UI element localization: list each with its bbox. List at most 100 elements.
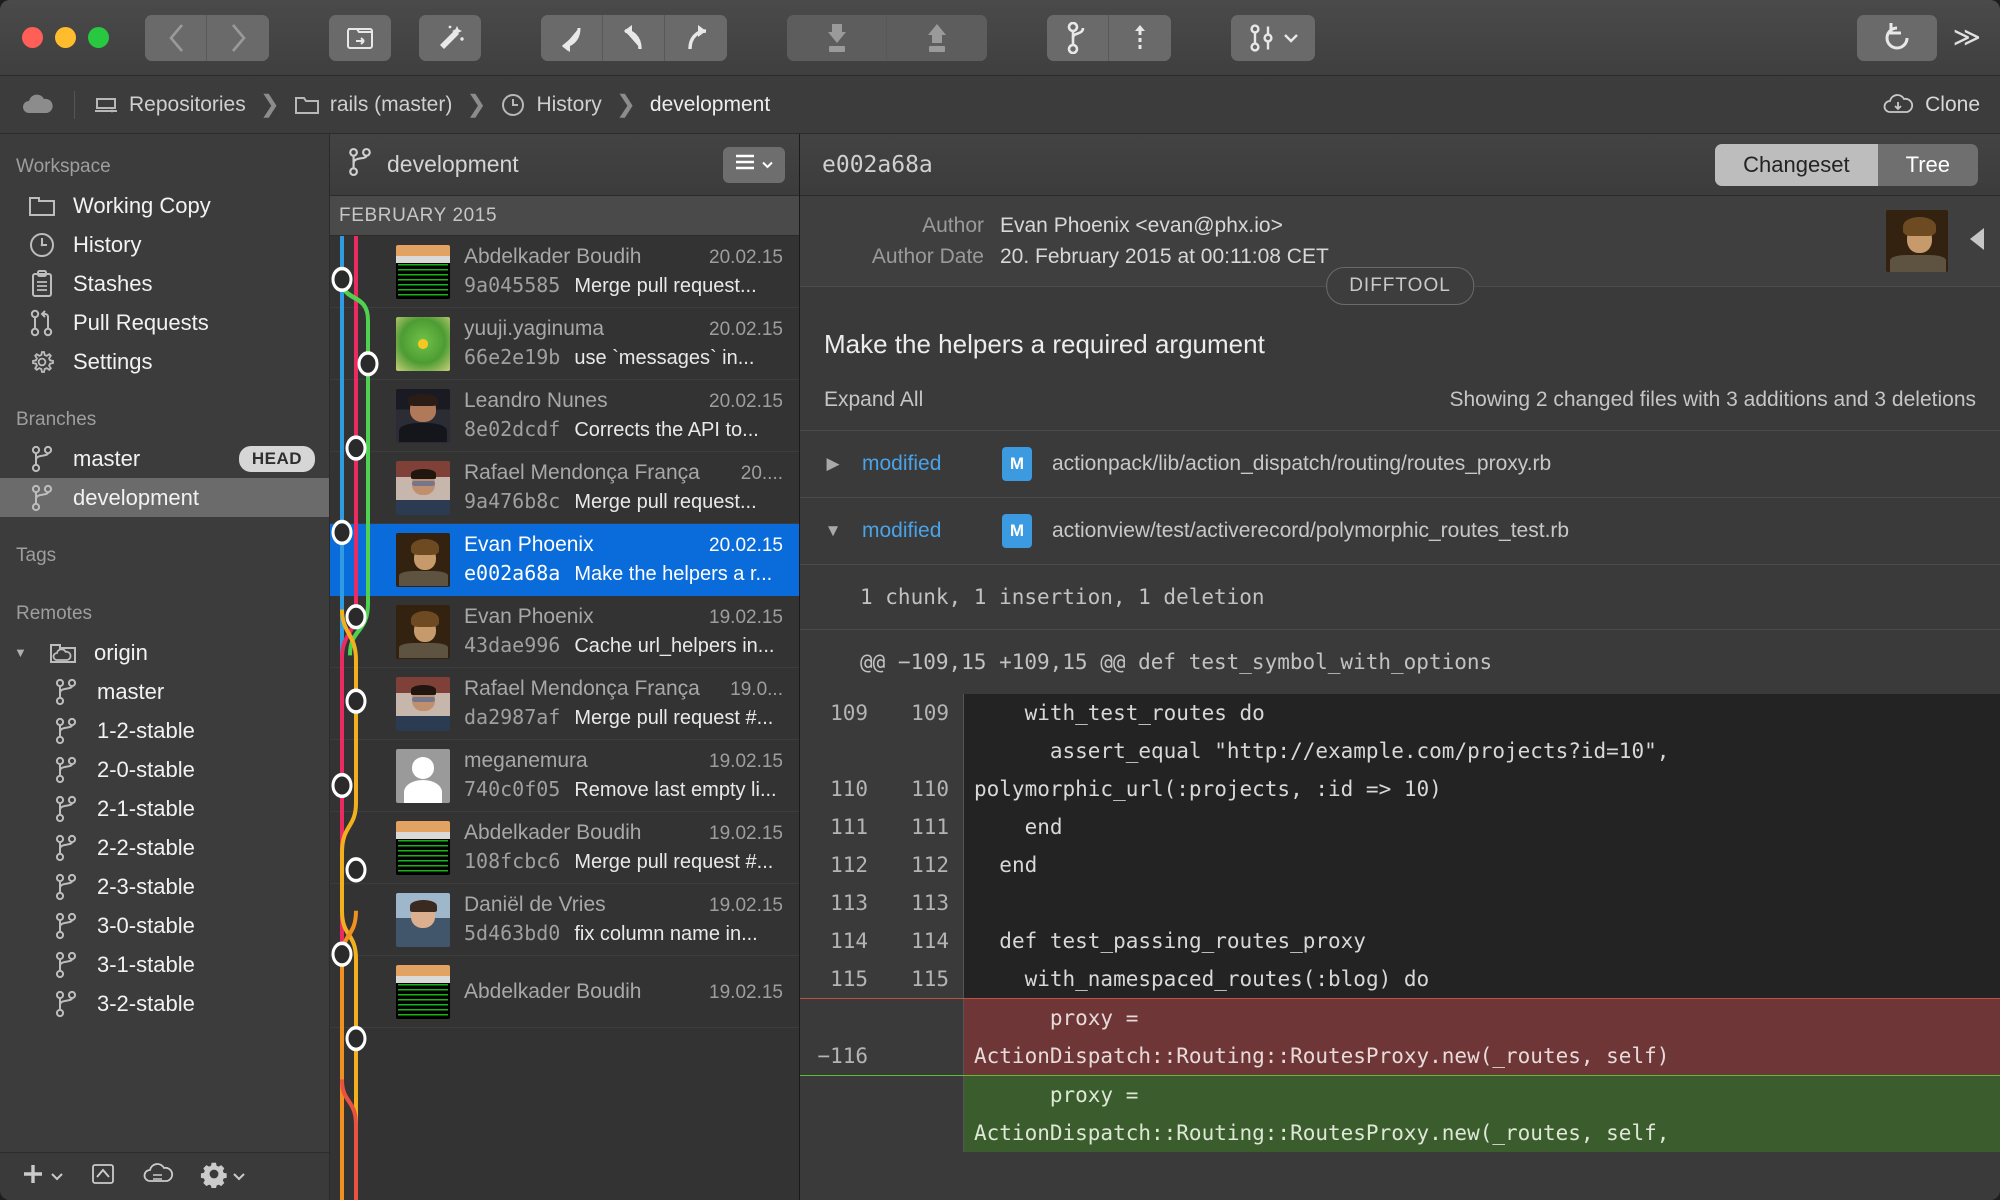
arrow-up-right-icon xyxy=(682,24,710,52)
commit-hash: 5d463bd0 xyxy=(464,921,561,945)
clone-button[interactable]: Clone xyxy=(1882,93,1980,117)
add-button[interactable] xyxy=(20,1161,64,1192)
commit-date: 19.02.15 xyxy=(709,981,783,1003)
disclosure-triangle-icon[interactable]: ▼ xyxy=(824,521,842,541)
triangle-left-icon[interactable] xyxy=(1970,228,1984,250)
meta-value: Evan Phoenix <evan@phx.io> xyxy=(1000,214,1283,237)
cloud-icon[interactable] xyxy=(20,93,56,117)
sidebar-item-stashes[interactable]: Stashes xyxy=(0,264,329,303)
checkout-button[interactable] xyxy=(603,14,665,61)
sidebar-item-branch-development[interactable]: development xyxy=(0,478,329,517)
breadcrumb-label: development xyxy=(649,92,771,116)
diff-new-line-number xyxy=(882,1114,964,1152)
avatar xyxy=(396,316,450,371)
diff-new-line-number: 113 xyxy=(882,884,964,922)
sidebar-item-remote-3-1-stable[interactable]: 3-1-stable xyxy=(0,945,329,984)
file-path: actionpack/lib/action_dispatch/routing/r… xyxy=(1052,452,1552,475)
clipboard-icon xyxy=(28,269,56,298)
zoom-window-button[interactable] xyxy=(88,27,109,48)
file-row[interactable]: ▼ modified M actionview/test/activerecor… xyxy=(800,498,2000,565)
plus-icon xyxy=(20,1161,46,1192)
push-changes-button[interactable] xyxy=(665,14,727,61)
commit-row[interactable]: Daniël de Vries 19.02.15 5d463bd0 fix co… xyxy=(330,884,799,956)
branch-button[interactable] xyxy=(1047,14,1109,61)
forward-button[interactable] xyxy=(207,14,269,61)
avatar xyxy=(396,460,450,515)
tab-changeset[interactable]: Changeset xyxy=(1715,143,1878,186)
sidebar-item-remote-origin[interactable]: ▼ origin xyxy=(0,633,329,672)
pull-button[interactable] xyxy=(787,14,887,61)
commit-row[interactable]: Rafael Mendonça França 20.... 9a476b8c M… xyxy=(330,452,799,524)
commit-rows: Abdelkader Boudih 20.02.15 9a045585 Merg… xyxy=(330,236,799,1028)
commit-row[interactable]: Evan Phoenix 19.02.15 43dae996 Cache url… xyxy=(330,596,799,668)
sidebar-item-working-copy[interactable]: Working Copy xyxy=(0,186,329,225)
sidebar-item-pull-requests[interactable]: Pull Requests xyxy=(0,303,329,342)
discard-arrow-icon xyxy=(557,24,587,52)
file-state-label: modified xyxy=(862,452,942,475)
breadcrumb-item-branch[interactable]: development xyxy=(650,93,770,117)
commit-row[interactable]: meganemura 19.02.15 740c0f05 Remove last… xyxy=(330,740,799,812)
discard-button[interactable] xyxy=(541,14,603,61)
sidebar-item-remote-3-0-stable[interactable]: 3-0-stable xyxy=(0,906,329,945)
commit-row-selected[interactable]: Evan Phoenix 20.02.15 e002a68a Make the … xyxy=(330,524,799,596)
diff-line-deleted: proxy = xyxy=(800,998,2000,1037)
commit-row[interactable]: yuuji.yaginuma 20.02.15 66e2e19b use `me… xyxy=(330,308,799,380)
commit-row[interactable]: Abdelkader Boudih 19.02.15 xyxy=(330,956,799,1028)
breadcrumb-item-repositories[interactable]: Repositories xyxy=(93,93,246,117)
disclosure-triangle-icon[interactable]: ▶ xyxy=(824,454,842,474)
commit-row[interactable]: Abdelkader Boudih 19.02.15 108fcbc6 Merg… xyxy=(330,812,799,884)
merge-button[interactable] xyxy=(1231,14,1315,61)
commit-list-options-button[interactable] xyxy=(723,146,785,183)
sidebar-item-remote-1-2-stable[interactable]: 1-2-stable xyxy=(0,711,329,750)
avatar xyxy=(396,604,450,659)
sidebar-item-remote-3-2-stable[interactable]: 3-2-stable xyxy=(0,984,329,1023)
file-row[interactable]: ▶ modified M actionpack/lib/action_dispa… xyxy=(800,431,2000,498)
commit-row[interactable]: Rafael Mendonça França 19.0... da2987af … xyxy=(330,668,799,740)
breadcrumb-divider xyxy=(74,90,75,119)
push-button[interactable] xyxy=(887,14,987,61)
quick-actions-button[interactable] xyxy=(419,14,481,61)
sidebar-item-settings[interactable]: Settings xyxy=(0,342,329,381)
sidebar-item-history[interactable]: History xyxy=(0,225,329,264)
commit-row[interactable]: Leandro Nunes 20.02.15 8e02dcdf Corrects… xyxy=(330,380,799,452)
sidebar-item-remote-2-3-stable[interactable]: 2-3-stable xyxy=(0,867,329,906)
commit-message: Make the helpers a r... xyxy=(574,563,773,585)
open-repository-button[interactable] xyxy=(329,14,391,61)
refresh-button[interactable] xyxy=(1856,14,1937,61)
sidebar-item-label: History xyxy=(73,231,142,257)
commit-rows-container[interactable]: Abdelkader Boudih 20.02.15 9a045585 Merg… xyxy=(330,236,799,1200)
detail-header: e002a68a Changeset Tree xyxy=(800,134,2000,196)
breadcrumb-item-repo[interactable]: rails (master) xyxy=(294,93,452,117)
diff-line: 110 110 polymorphic_url(:projects, :id =… xyxy=(800,770,2000,808)
avatar xyxy=(396,244,450,299)
meta-row-author-date: Author Date 20. February 2015 at 00:11:0… xyxy=(824,245,1976,269)
diff-line: 115 115 with_namespaced_routes(:blog) do xyxy=(800,960,2000,998)
cloud-services-button[interactable] xyxy=(142,1162,174,1191)
sidebar-item-branch-master[interactable]: master HEAD xyxy=(0,439,329,478)
back-button[interactable] xyxy=(145,14,207,61)
sidebar-item-label: Pull Requests xyxy=(73,309,209,335)
export-button[interactable] xyxy=(90,1161,116,1192)
tag-button[interactable] xyxy=(1109,14,1171,61)
commit-message: Remove last empty li... xyxy=(574,779,777,801)
branch-tag-button-group xyxy=(1047,14,1171,61)
file-state-label: modified xyxy=(862,519,942,542)
expand-all-button[interactable]: Expand All xyxy=(824,388,923,412)
folder-icon xyxy=(28,194,56,218)
sidebar-item-remote-master[interactable]: master xyxy=(0,672,329,711)
sidebar-item-remote-2-0-stable[interactable]: 2-0-stable xyxy=(0,750,329,789)
sidebar-item-remote-2-1-stable[interactable]: 2-1-stable xyxy=(0,789,329,828)
disclosure-triangle-icon[interactable]: ▼ xyxy=(14,645,32,660)
tab-tree[interactable]: Tree xyxy=(1878,144,1978,186)
diff-line: assert_equal "http://example.com/project… xyxy=(800,732,2000,770)
diff-table[interactable]: 109 109 with_test_routes do assert_equal… xyxy=(800,694,2000,1200)
settings-button[interactable] xyxy=(200,1160,246,1193)
difftool-button[interactable]: DIFFTOOL xyxy=(1326,267,1474,305)
sidebar-item-remote-2-2-stable[interactable]: 2-2-stable xyxy=(0,828,329,867)
toolbar-overflow-button[interactable]: ≫ xyxy=(1953,22,1981,53)
breadcrumb-item-history[interactable]: History xyxy=(500,92,602,118)
close-window-button[interactable] xyxy=(22,27,43,48)
commit-row[interactable]: Abdelkader Boudih 20.02.15 9a045585 Merg… xyxy=(330,236,799,308)
diff-code: assert_equal "http://example.com/project… xyxy=(964,732,2000,770)
minimize-window-button[interactable] xyxy=(55,27,76,48)
